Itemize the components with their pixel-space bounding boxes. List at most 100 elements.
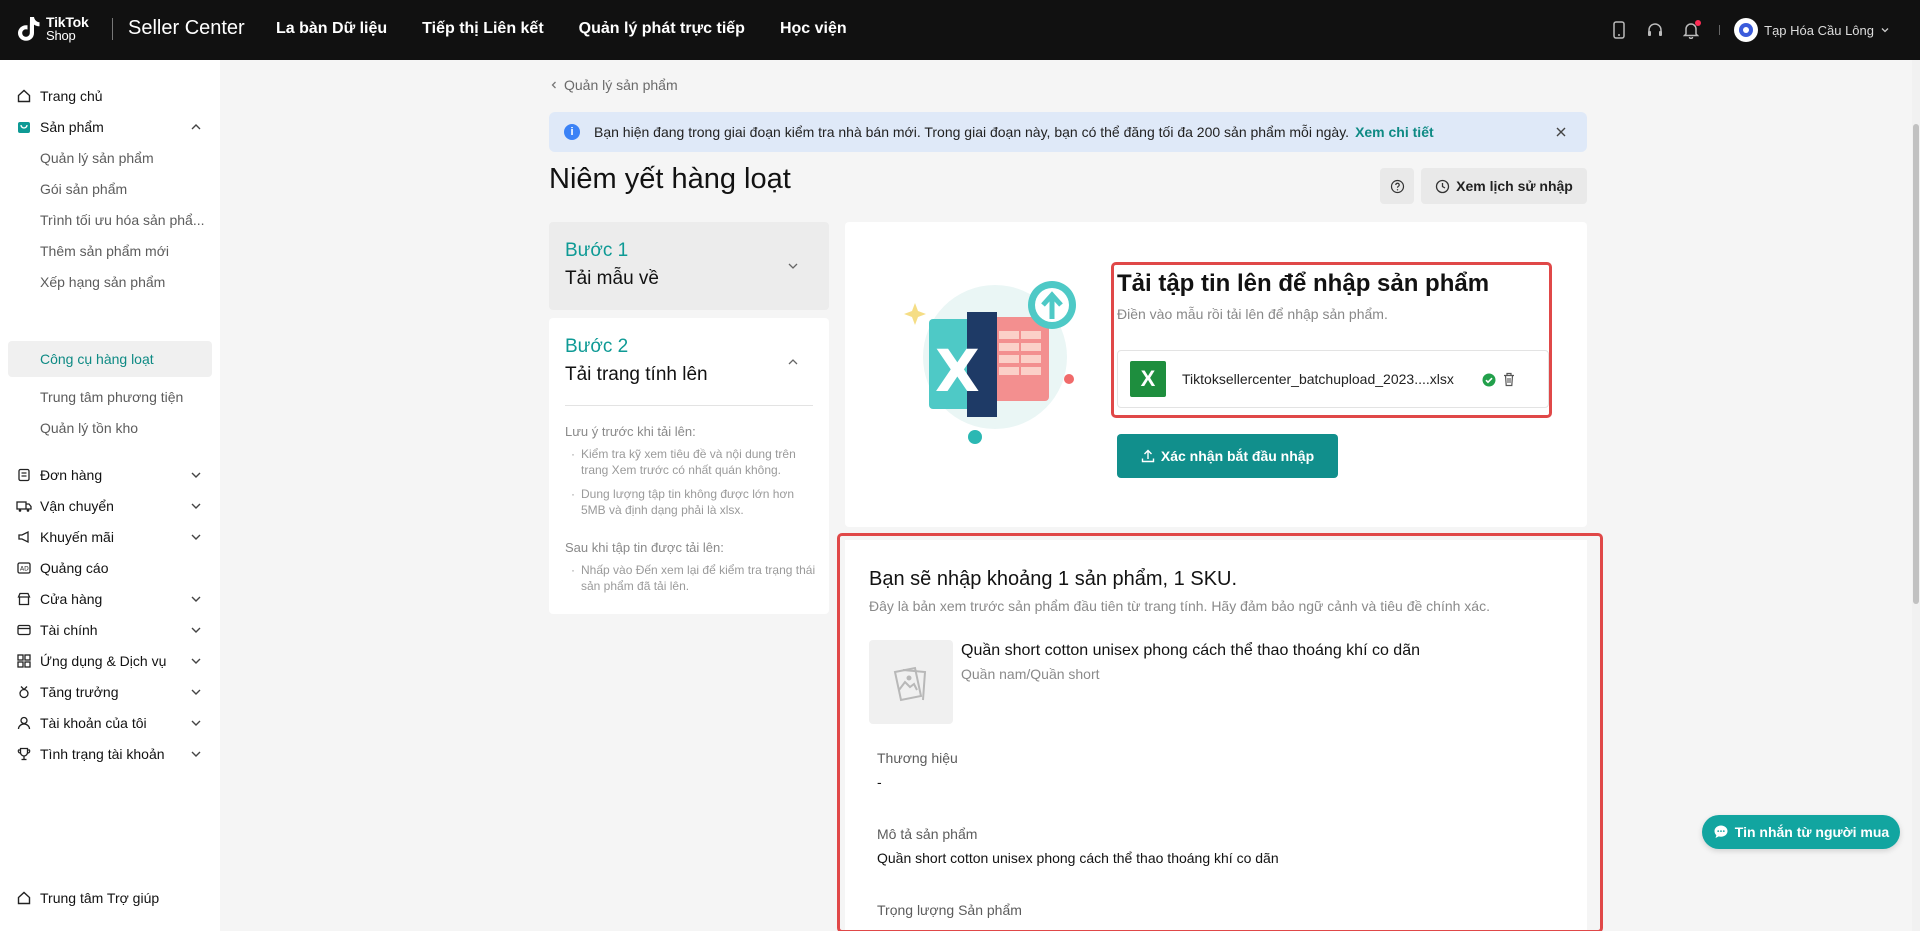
page-title: Niêm yết hàng loạt [549, 163, 791, 195]
avatar [1734, 18, 1759, 42]
chevron-down-icon [191, 689, 201, 695]
user-icon [16, 715, 32, 731]
shipping-icon [16, 498, 32, 514]
after-upload-note: Nhấp vào Đến xem lại để kiểm tra trạng t… [571, 562, 817, 594]
nav-academy[interactable]: Học viện [780, 20, 847, 38]
upload-icon [1141, 449, 1155, 463]
header-actions: Tạp Hóa Cầu Lông [1601, 0, 1920, 60]
step-1-panel[interactable]: Bước 1 Tải mẫu về [549, 222, 829, 310]
megaphone-icon [16, 529, 32, 545]
top-bar: TikTok Shop Seller Center La bàn Dữ liệu… [0, 0, 1920, 60]
user-name: Tạp Hóa Cầu Lông [1764, 22, 1874, 38]
nav-livestream[interactable]: Quản lý phát trực tiếp [579, 20, 745, 38]
chevron-down-icon [191, 503, 201, 509]
info-icon: i [564, 124, 580, 140]
notice-details-link[interactable]: Xem chi tiết [1355, 124, 1434, 140]
product-thumbnail [869, 640, 953, 724]
step-2-panel: Bước 2 Tải trang tính lên Lưu ý trước kh… [549, 318, 829, 614]
sidebar-item-label: Cửa hàng [40, 591, 103, 607]
sidebar-sub-inventory[interactable]: Quản lý tồn kho [8, 410, 212, 446]
confirm-import-button[interactable]: Xác nhận bắt đầu nhập [1117, 434, 1338, 478]
product-category: Quần nam/Quần short [961, 666, 1100, 682]
description-value: Quần short cotton unisex phong cách thể … [877, 850, 1279, 866]
sidebar-sub-bulk-tools[interactable]: Công cụ hàng loạt [8, 341, 212, 377]
trophy-icon [16, 746, 32, 762]
sidebar-item-label: Vận chuyển [40, 498, 114, 514]
brand-title[interactable]: Seller Center [128, 17, 245, 40]
brand-label: Thương hiệu [877, 750, 958, 766]
step-divider [565, 405, 813, 406]
chevron-down-icon [191, 720, 201, 726]
nav-affiliate[interactable]: Tiếp thị Liên kết [422, 20, 544, 38]
step-2-name: Tải trang tính lên [565, 364, 708, 385]
chevron-down-icon [191, 472, 201, 478]
step-2-number: Bước 2 [565, 336, 629, 357]
bell-icon[interactable] [1673, 12, 1709, 48]
view-import-history-button[interactable]: Xem lịch sử nhập [1421, 168, 1587, 204]
notice-text: Bạn hiện đang trong giai đoạn kiểm tra n… [594, 124, 1350, 140]
chevron-down-icon [191, 751, 201, 757]
sidebar: Trang chủ Sản phẩm Quản lý sản phẩm Gói … [0, 60, 220, 931]
chevron-down-icon [191, 627, 201, 633]
sidebar-sub-product-ranking[interactable]: Xếp hạng sản phẩm [8, 264, 212, 300]
chevron-up-icon[interactable] [787, 356, 799, 368]
sidebar-item-label: Tài khoản của tôi [40, 715, 147, 731]
sidebar-item-help-center[interactable]: Trung tâm Trợ giúp [8, 880, 212, 916]
sidebar-item-label: Tài chính [40, 622, 98, 638]
history-label: Xem lịch sử nhập [1456, 178, 1573, 194]
sidebar-item-label: Tăng trưởng [40, 684, 119, 700]
preview-title: Bạn sẽ nhập khoảng 1 sản phẩm, 1 SKU. [869, 568, 1238, 590]
clock-icon [1435, 179, 1450, 193]
back-link-label: Quản lý sản phẩm [564, 77, 678, 93]
buyer-messages-button[interactable]: Tin nhắn từ người mua [1702, 815, 1900, 849]
sidebar-item-label: Quảng cáo [40, 560, 109, 576]
product-icon [16, 119, 32, 135]
top-nav: La bàn Dữ liệu Tiếp thị Liên kết Quản lý… [276, 20, 882, 38]
excel-upload-illustration: X [904, 281, 1076, 444]
chat-icon [1714, 825, 1728, 838]
chevron-down-icon [191, 596, 201, 602]
image-placeholder-icon [893, 666, 927, 702]
user-menu[interactable]: Tạp Hóa Cầu Lông [1734, 18, 1890, 42]
nav-data-compass[interactable]: La bàn Dữ liệu [276, 20, 387, 38]
brand-value: - [877, 774, 882, 790]
confirm-import-label: Xác nhận bắt đầu nhập [1160, 448, 1315, 464]
sidebar-item-label: Sản phẩm [40, 119, 104, 135]
highlight-frame-preview [837, 533, 1603, 931]
chevron-left-icon [551, 81, 556, 89]
before-upload-heading: Lưu ý trước khi tải lên: [565, 424, 696, 439]
after-upload-heading: Sau khi tập tin được tải lên: [565, 540, 724, 555]
buyer-messages-label: Tin nhắn từ người mua [1734, 824, 1890, 840]
sidebar-item-label: Tình trạng tài khoản [40, 746, 165, 762]
svg-text:AD: AD [20, 566, 29, 573]
header-divider [112, 18, 113, 40]
headset-icon[interactable] [1637, 12, 1673, 48]
header-separator [1719, 25, 1721, 35]
sidebar-item-account-health[interactable]: Tình trạng tài khoản [8, 736, 212, 772]
logo-line2: Shop [46, 28, 76, 43]
tiktok-logo-icon [18, 17, 40, 41]
chevron-down-icon [788, 263, 798, 269]
mobile-icon[interactable] [1601, 12, 1637, 48]
home-icon [16, 88, 32, 104]
order-icon [16, 467, 32, 483]
sidebar-item-label: Khuyến mãi [40, 529, 114, 545]
scrollbar-thumb[interactable] [1913, 124, 1919, 604]
chevron-up-icon [191, 124, 201, 130]
step-1-number: Bước 1 [565, 240, 629, 261]
apps-icon [16, 653, 32, 669]
medal-icon [16, 684, 32, 700]
sidebar-item-label: Ứng dụng & Dịch vụ [40, 653, 167, 669]
preview-subtitle: Đây là bản xem trước sản phẩm đầu tiên t… [869, 598, 1490, 614]
chevron-down-icon [191, 658, 201, 664]
new-seller-notice: i Bạn hiện đang trong giai đoạn kiểm tra… [549, 112, 1587, 152]
product-name: Quần short cotton unisex phong cách thể … [961, 642, 1420, 659]
highlight-frame-upload [1111, 262, 1552, 418]
close-icon[interactable] [1553, 124, 1569, 140]
back-link[interactable]: Quản lý sản phẩm [549, 77, 678, 93]
store-icon [16, 591, 32, 607]
page-scrollbar[interactable] [1912, 60, 1920, 931]
help-button[interactable] [1380, 168, 1414, 204]
tiktok-shop-logo[interactable]: TikTok Shop [14, 14, 89, 44]
sidebar-item-label: Trung tâm Trợ giúp [40, 890, 160, 906]
